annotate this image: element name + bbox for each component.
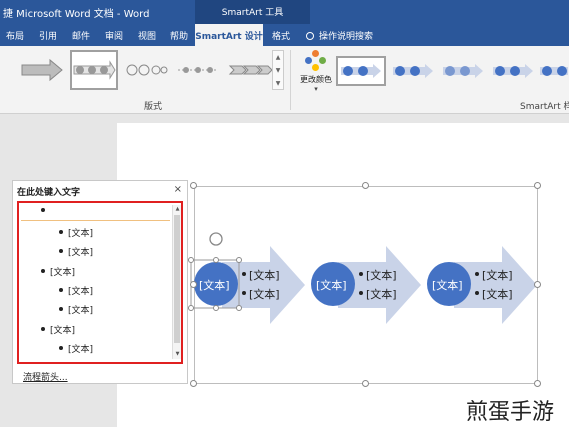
node-3-bullet-1[interactable]: [文本] <box>482 267 513 283</box>
resize-handle[interactable] <box>362 380 369 387</box>
node-2-text[interactable]: [文本] <box>316 277 347 293</box>
bullet-icon <box>41 208 45 212</box>
watermark-text: 煎蛋手游 <box>466 400 555 425</box>
list-item[interactable]: [文本] <box>59 226 93 241</box>
bullet-icon <box>41 269 45 273</box>
node-2-bullet-1[interactable]: [文本] <box>366 267 397 283</box>
list-item[interactable]: [文本] <box>41 265 75 280</box>
resize-handle[interactable] <box>534 182 541 189</box>
resize-handle[interactable] <box>190 182 197 189</box>
scroll-down-icon[interactable]: ▼ <box>173 350 182 359</box>
text-pane-scrollbar[interactable]: ▲ ▼ <box>172 205 181 359</box>
resize-handle[interactable] <box>190 281 197 288</box>
close-icon[interactable]: × <box>174 184 182 195</box>
node-handle[interactable] <box>188 305 194 311</box>
node-1-text[interactable]: [文本] <box>199 277 230 293</box>
node-1-bullet-2[interactable]: [文本] <box>249 286 280 302</box>
node-3-bullet-2[interactable]: [文本] <box>482 286 513 302</box>
bullet-icon <box>59 307 63 311</box>
scroll-thumb[interactable] <box>174 215 180 343</box>
node-1-bullet-1[interactable]: [文本] <box>249 267 280 283</box>
list-item[interactable]: [文本] <box>59 303 93 318</box>
node-handle[interactable] <box>236 257 242 263</box>
bullet-icon <box>59 230 63 234</box>
list-item[interactable]: [文本] <box>59 245 93 260</box>
node-handle[interactable] <box>213 305 219 311</box>
resize-handle[interactable] <box>190 380 197 387</box>
resize-handle[interactable] <box>534 380 541 387</box>
list-item[interactable]: [文本] <box>59 284 93 299</box>
bullet-icon <box>59 249 63 253</box>
smartart-text-pane: 在此处键入文字 × [文本] [文本] [文本] [文本] [文本] [文本] … <box>12 180 188 384</box>
node-handle[interactable] <box>236 305 242 311</box>
layout-info-link[interactable]: 流程箭头... <box>23 370 68 383</box>
node-handle[interactable] <box>213 257 219 263</box>
bullet-icon <box>59 288 63 292</box>
text-pane-list: [文本] [文本] [文本] [文本] [文本] [文本] [文本] ▲ ▼ <box>17 201 183 364</box>
bullet-icon <box>59 346 63 350</box>
node-3-text[interactable]: [文本] <box>432 277 463 293</box>
resize-handle[interactable] <box>534 281 541 288</box>
list-item[interactable]: [文本] <box>41 323 75 338</box>
scroll-up-icon[interactable]: ▲ <box>173 205 182 214</box>
bullet-icon <box>41 327 45 331</box>
rotate-handle-icon <box>209 232 223 246</box>
list-item[interactable]: [文本] <box>59 342 93 357</box>
node-2-bullet-2[interactable]: [文本] <box>366 286 397 302</box>
node-handle[interactable] <box>188 257 194 263</box>
text-pane-title: 在此处键入文字 <box>17 188 81 198</box>
list-item[interactable] <box>41 207 50 222</box>
resize-handle[interactable] <box>362 182 369 189</box>
